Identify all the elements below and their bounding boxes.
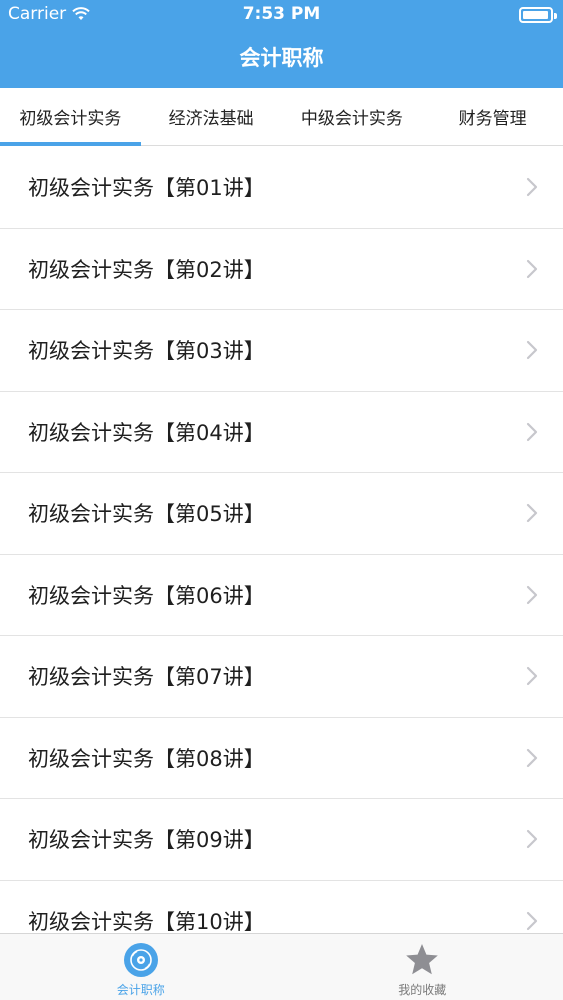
chevron-right-icon	[526, 748, 538, 767]
chevron-right-icon	[526, 259, 538, 278]
list-item-label: 初级会计实务【第03讲】	[28, 339, 265, 364]
list-item-label: 初级会计实务【第08讲】	[28, 746, 265, 771]
battery-icon	[519, 7, 557, 23]
list-item[interactable]: 初级会计实务【第06讲】	[0, 554, 563, 636]
list-item[interactable]: 初级会计实务【第01讲】	[0, 147, 563, 229]
tabbar-label: 我的收藏	[398, 983, 447, 997]
list-item[interactable]: 初级会计实务【第05讲】	[0, 473, 563, 555]
chevron-right-icon	[526, 830, 538, 849]
tab-zhongji-kuaiji-shiwu[interactable]: 中级会计实务	[282, 88, 423, 145]
tab-label: 财务管理	[458, 109, 527, 129]
list-item-label: 初级会计实务【第04讲】	[28, 420, 265, 445]
list-item[interactable]: 初级会计实务【第04讲】	[0, 391, 563, 473]
tab-chuji-kuaiji-shiwu[interactable]: 初级会计实务	[0, 88, 141, 146]
list-item-label: 初级会计实务【第01讲】	[28, 176, 265, 201]
list-item-label: 初级会计实务【第06讲】	[28, 583, 265, 608]
chevron-right-icon	[526, 585, 538, 604]
chevron-right-icon	[526, 341, 538, 360]
tab-label: 经济法基础	[168, 109, 254, 129]
list-item-label: 初级会计实务【第02讲】	[28, 257, 265, 282]
chevron-right-icon	[526, 911, 538, 930]
tabbar-label: 会计职称	[116, 983, 165, 997]
list-item[interactable]: 初级会计实务【第02讲】	[0, 228, 563, 310]
star-icon	[406, 944, 439, 975]
tab-caiwu-guanli[interactable]: 财务管理	[422, 88, 563, 145]
list-item[interactable]: 初级会计实务【第09讲】	[0, 799, 563, 881]
app-header: Carrier 7:53 PM 会计职称	[0, 0, 563, 88]
list-item[interactable]: 初级会计实务【第08讲】	[0, 717, 563, 799]
tabbar-item-kuaiji-zhicheng[interactable]: 会计职称	[0, 934, 282, 1000]
category-tabs: 初级会计实务 经济法基础 中级会计实务 财务管理	[0, 88, 563, 146]
tab-label: 中级会计实务	[300, 109, 403, 129]
tab-label: 初级会计实务	[19, 109, 122, 129]
tab-jingjifa-jichu[interactable]: 经济法基础	[141, 88, 282, 145]
bottom-tab-bar: 会计职称 我的收藏	[0, 933, 563, 1000]
status-bar: Carrier 7:53 PM	[0, 0, 563, 30]
status-time: 7:53 PM	[242, 4, 321, 24]
list-item-label: 初级会计实务【第07讲】	[28, 665, 265, 690]
tabbar-item-wode-shoucang[interactable]: 我的收藏	[282, 934, 563, 1000]
chevron-right-icon	[526, 422, 538, 441]
list-item[interactable]: 初级会计实务【第03讲】	[0, 310, 563, 392]
disc-icon	[123, 943, 158, 977]
list-item[interactable]: 初级会计实务【第10讲】	[0, 880, 563, 933]
list-item-label: 初级会计实务【第10讲】	[28, 909, 265, 933]
page-title: 会计职称	[239, 46, 324, 70]
list-item-label: 初级会计实务【第09讲】	[28, 828, 265, 853]
chevron-right-icon	[526, 667, 538, 686]
chevron-right-icon	[526, 178, 538, 197]
lecture-list: 初级会计实务【第01讲】 初级会计实务【第02讲】 初级会计实务【第03讲】 初…	[0, 147, 563, 933]
battery-level	[523, 11, 548, 19]
list-item[interactable]: 初级会计实务【第07讲】	[0, 636, 563, 718]
list-item-label: 初级会计实务【第05讲】	[28, 502, 265, 527]
chevron-right-icon	[526, 504, 538, 523]
